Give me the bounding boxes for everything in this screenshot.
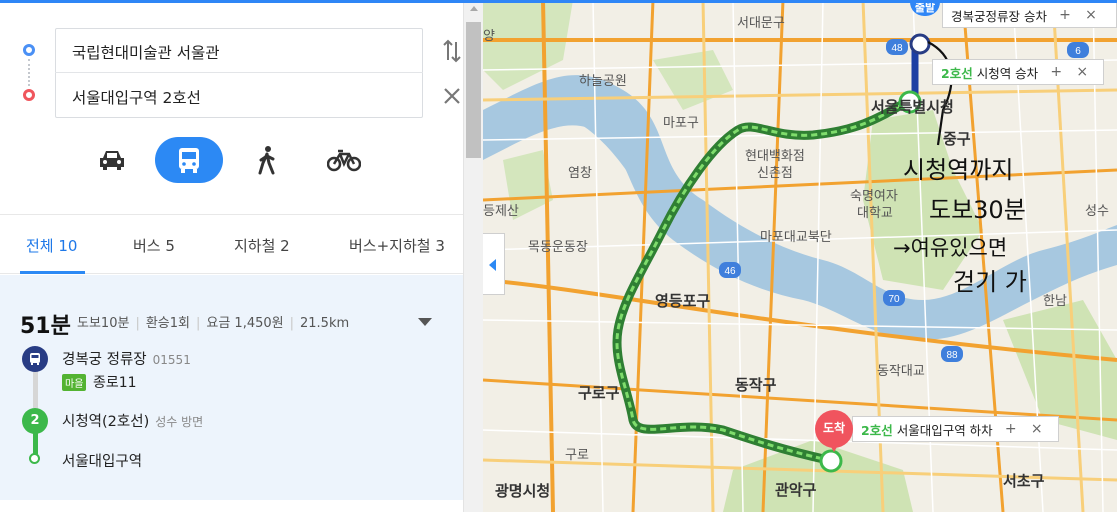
callout-cityhall[interactable]: 2호선 시청역 승차 + ×	[932, 59, 1104, 85]
map-label: 양	[483, 29, 495, 44]
route-dots	[28, 59, 30, 86]
map-label: 성수	[1085, 204, 1109, 219]
route-divider	[55, 72, 423, 73]
map-label: 등제산	[483, 204, 519, 219]
walk-time: 도보10분	[77, 316, 130, 331]
tab-bus-subway[interactable]: 버스+지하철 3	[349, 235, 445, 256]
map-label: 하늘공원	[579, 74, 627, 89]
svg-text:시청역까지: 시청역까지	[903, 156, 1013, 184]
route-summary: 도보10분 | 환승1회 | 요금 1,450원 | 21.5km	[77, 316, 350, 331]
map-label: 목동운동장	[528, 240, 588, 255]
swap-icon[interactable]	[442, 38, 462, 64]
bike-mode-button[interactable]	[310, 137, 378, 183]
close-icon[interactable]: ×	[1074, 64, 1090, 80]
bus-stop-icon	[22, 346, 48, 372]
collapse-panel-button[interactable]	[483, 233, 505, 295]
step-bus-stop: 경복궁 정류장 01551	[62, 352, 191, 368]
fare: 요금 1,450원	[206, 316, 284, 331]
highway-shield: 88	[941, 346, 963, 362]
close-icon[interactable]	[442, 86, 462, 106]
close-icon[interactable]: ×	[1029, 421, 1045, 437]
end-point-icon	[23, 89, 35, 101]
park-area	[653, 50, 733, 110]
bike-icon	[327, 149, 361, 172]
map-label: 한남	[1043, 294, 1067, 309]
bus-mode-button[interactable]	[155, 137, 223, 183]
map-label: 영등포구	[655, 292, 711, 310]
map-label: 신촌점	[757, 166, 793, 181]
arrival-station-pin	[819, 449, 843, 473]
highway-shield: 70	[883, 290, 905, 306]
active-tab-indicator	[20, 271, 85, 274]
map-label: 동작구	[735, 376, 777, 394]
svg-text:→여유있으면: →여유있으면	[893, 236, 1007, 260]
tab-subway[interactable]: 지하철 2	[234, 235, 290, 256]
start-location-field[interactable]: 국립현대미술관 서울관	[72, 41, 220, 63]
walk-mode-button[interactable]	[233, 137, 301, 183]
map-label: 구로구	[578, 384, 620, 402]
svg-text:88: 88	[946, 350, 958, 361]
step-subway: 시청역(2호선) 성수 방면	[62, 414, 204, 430]
park-area	[483, 0, 573, 90]
step-destination: 서울대입구역	[62, 454, 143, 470]
highway-shield: 48	[886, 39, 908, 55]
svg-text:48: 48	[891, 43, 903, 54]
scroll-up-arrow-icon[interactable]	[470, 6, 478, 11]
map-label: 서울특별시청	[871, 98, 954, 116]
map-label: 마포대교북단	[760, 230, 832, 245]
panel-scrollbar[interactable]	[463, 0, 483, 512]
directions-panel: 국립현대미술관 서울관 서울대입구역 2호선 전체 10 버스 5 지하철 2 …	[0, 0, 463, 512]
start-point-icon	[23, 44, 35, 56]
car-mode-button[interactable]	[78, 137, 146, 183]
road	[541, 0, 555, 512]
map-label: 구로	[565, 448, 589, 463]
map-label: 대학교	[857, 206, 893, 221]
bus-route-number: 종로11	[93, 375, 137, 391]
scroll-thumb[interactable]	[466, 22, 481, 158]
svg-text:6: 6	[1075, 46, 1081, 57]
tab-all[interactable]: 전체 10	[26, 235, 77, 256]
highway-shield: 46	[719, 262, 741, 278]
walk-icon	[258, 146, 275, 175]
close-icon[interactable]: ×	[1083, 7, 1099, 23]
map-label: 염창	[568, 166, 592, 181]
highway-shield: 6	[1067, 42, 1089, 58]
step-connector	[33, 370, 38, 408]
arrival-marker[interactable]: 도착	[815, 410, 853, 452]
park-area	[723, 440, 913, 512]
chevron-down-icon[interactable]	[418, 318, 432, 326]
map-label: 광명시청	[495, 482, 551, 500]
map-label: 중구	[943, 130, 971, 148]
destination-dot-icon	[29, 453, 40, 464]
bus-stop-pin	[909, 33, 931, 55]
bus-icon	[179, 148, 199, 173]
map-label: 마포구	[663, 116, 699, 131]
map-label: 동작대교	[877, 364, 925, 379]
svg-text:70: 70	[888, 294, 900, 305]
callout-seoul-univ[interactable]: 2호선 서울대입구역 하차 + ×	[852, 416, 1059, 442]
callout-gyeongbokgung[interactable]: 경복궁정류장 승차 + ×	[942, 2, 1117, 28]
car-icon	[100, 151, 124, 170]
transfer-count: 환승1회	[145, 316, 190, 331]
map-label: 서초구	[1003, 472, 1045, 490]
step-connector	[33, 432, 38, 454]
top-accent-bar	[0, 0, 1117, 3]
subway-line-2-icon: 2	[22, 408, 48, 434]
svg-text:도보30분: 도보30분	[929, 196, 1026, 224]
add-icon[interactable]: +	[1003, 421, 1019, 437]
svg-text:46: 46	[724, 266, 736, 277]
route-tabs: 전체 10 버스 5 지하철 2 버스+지하철 3	[0, 214, 463, 274]
map-label: 관악구	[775, 481, 817, 499]
maeul-bus-badge: 마을	[62, 374, 87, 391]
distance: 21.5km	[300, 316, 350, 331]
add-icon[interactable]: +	[1048, 64, 1064, 80]
add-icon[interactable]: +	[1057, 7, 1073, 23]
end-location-field[interactable]: 서울대입구역 2호선	[72, 86, 201, 108]
map-label: 서대문구	[737, 16, 785, 31]
tab-bus[interactable]: 버스 5	[133, 235, 175, 256]
route-duration: 51분	[20, 314, 71, 339]
svg-text:걷기 가: 걷기 가	[953, 268, 1027, 296]
